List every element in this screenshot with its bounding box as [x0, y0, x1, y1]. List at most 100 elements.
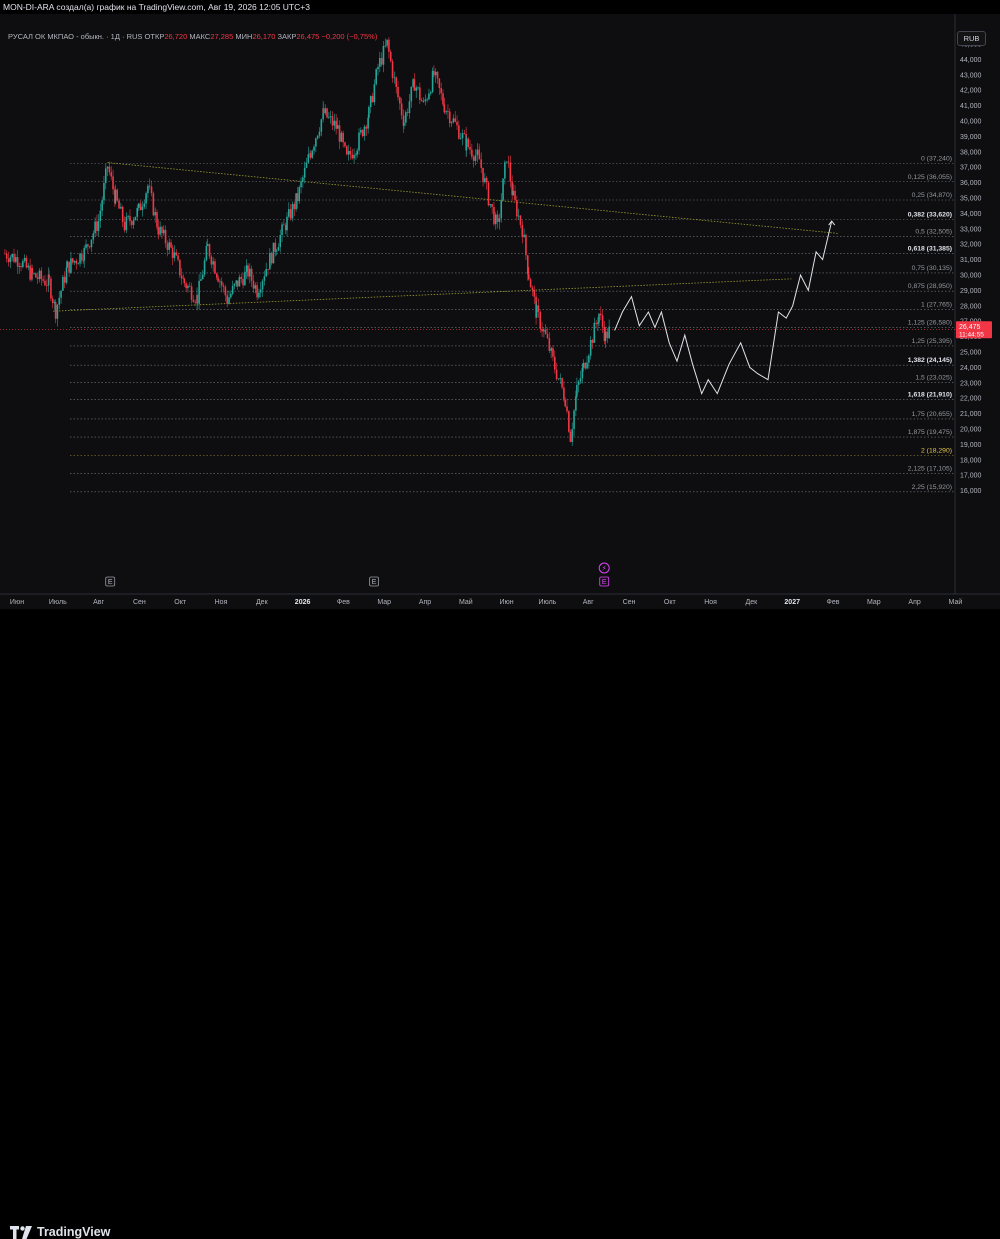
candle-body — [177, 255, 179, 260]
price-tick-label: 38,000 — [960, 149, 982, 156]
candle-body — [406, 112, 409, 114]
candle-body — [463, 133, 466, 134]
candle-body — [244, 271, 246, 286]
high-label: МАКС — [189, 32, 211, 41]
candle-body — [226, 295, 228, 304]
candle-body — [351, 154, 354, 159]
time-tick-label: Фев — [337, 599, 350, 606]
low-value: 26,170 — [252, 32, 276, 41]
chart-area[interactable]: 16,000 17,000 18,000 19,000 20,000 21,000 22,0… — [0, 14, 1000, 609]
candle-body — [249, 268, 251, 277]
candle-body — [353, 154, 355, 159]
candle-body — [507, 161, 510, 163]
candle-body — [127, 216, 129, 218]
earnings-marker-letter: E — [108, 579, 113, 586]
candle-body — [442, 93, 444, 105]
candle-body — [382, 45, 385, 65]
tradingview-logo[interactable]: TradingView — [10, 1225, 110, 1239]
candle-body — [388, 39, 390, 52]
candle-body — [543, 329, 545, 332]
symbol-name[interactable]: РУСАЛ ОК МКПАО - обыкн. · 1Д · RUS — [8, 32, 142, 41]
candle-body — [150, 186, 153, 194]
candle-body — [103, 182, 105, 201]
candle-body — [426, 99, 428, 101]
price-tick-label: 19,000 — [960, 442, 982, 449]
candle-body — [139, 203, 142, 211]
candle-body — [190, 286, 193, 300]
candle-body — [377, 66, 379, 70]
candle-body — [118, 200, 120, 209]
candle-body — [75, 260, 78, 264]
candle-body — [480, 159, 483, 168]
author-caption: MON-DI-ARA создал(а) график на TradingVi… — [0, 0, 1000, 14]
price-tick-label: 36,000 — [960, 180, 982, 187]
candle-body — [500, 200, 503, 219]
candle-body — [384, 45, 387, 47]
candle-body — [159, 226, 161, 235]
chart-svg[interactable]: 16,000 17,000 18,000 19,000 20,000 21,000 22,0… — [0, 14, 1000, 609]
candle-body — [564, 399, 566, 407]
price-tick-label: 32,000 — [960, 242, 982, 249]
low-label: МИН — [235, 32, 253, 41]
candle-body — [355, 154, 357, 156]
candle-body — [269, 252, 271, 270]
candle-body — [252, 280, 255, 289]
candle-body — [309, 153, 312, 158]
candle-body — [469, 146, 471, 150]
candle-body — [254, 285, 257, 289]
candle-body — [584, 362, 587, 369]
candle-body — [157, 227, 160, 235]
time-tick-label: Дек — [746, 599, 759, 606]
candle-body — [393, 77, 396, 79]
candle-body — [259, 289, 262, 293]
candle-body — [123, 222, 126, 231]
candle-body — [7, 258, 10, 263]
candle-body — [18, 266, 20, 267]
candle-body — [138, 203, 140, 208]
trend-line-lower — [52, 278, 792, 312]
candle-body — [188, 285, 191, 287]
price-tick-label: 17,000 — [960, 473, 982, 480]
candle-body — [85, 244, 87, 248]
candle-body — [537, 305, 540, 313]
footer-bar: TradingView — [0, 609, 1000, 1239]
candle-body — [279, 235, 282, 248]
candle-body — [555, 369, 558, 379]
candle-body — [79, 253, 81, 264]
candle-body — [429, 92, 432, 94]
candle-body — [604, 331, 607, 342]
price-tick-label: 30,000 — [960, 273, 982, 280]
candle-body — [569, 431, 572, 442]
candle-body — [329, 116, 332, 118]
candle-body — [440, 88, 442, 94]
candle-body — [494, 214, 497, 225]
candle-body — [379, 58, 381, 67]
currency-button[interactable]: RUB — [957, 31, 986, 46]
high-value: 27,285 — [210, 32, 234, 41]
candle-body — [454, 118, 457, 122]
fib-level-label: 1,875 (19,475) — [908, 429, 952, 436]
fib-level-label: 1,5 (23,025) — [915, 374, 952, 381]
candle-body — [293, 203, 296, 210]
price-tick-label: 24,000 — [960, 365, 982, 372]
candle-body — [344, 142, 346, 147]
candle-body — [349, 150, 352, 155]
candle-body — [154, 212, 156, 216]
candle-body — [233, 283, 236, 287]
price-tick-label: 33,000 — [960, 226, 982, 233]
candle-body — [192, 299, 195, 302]
candle-body — [514, 190, 516, 201]
candle-body — [68, 261, 70, 273]
price-tick-label: 25,000 — [960, 350, 982, 357]
candle-body — [313, 146, 315, 151]
candle-body — [550, 348, 552, 351]
candle-body — [452, 118, 455, 123]
candle-body — [121, 206, 124, 223]
candle-body — [400, 103, 403, 116]
candle-body — [386, 39, 388, 46]
candle-body — [472, 156, 475, 161]
candle-body — [298, 187, 301, 202]
candle-body — [205, 246, 208, 261]
candle-body — [180, 275, 183, 279]
candle-body — [471, 149, 473, 157]
